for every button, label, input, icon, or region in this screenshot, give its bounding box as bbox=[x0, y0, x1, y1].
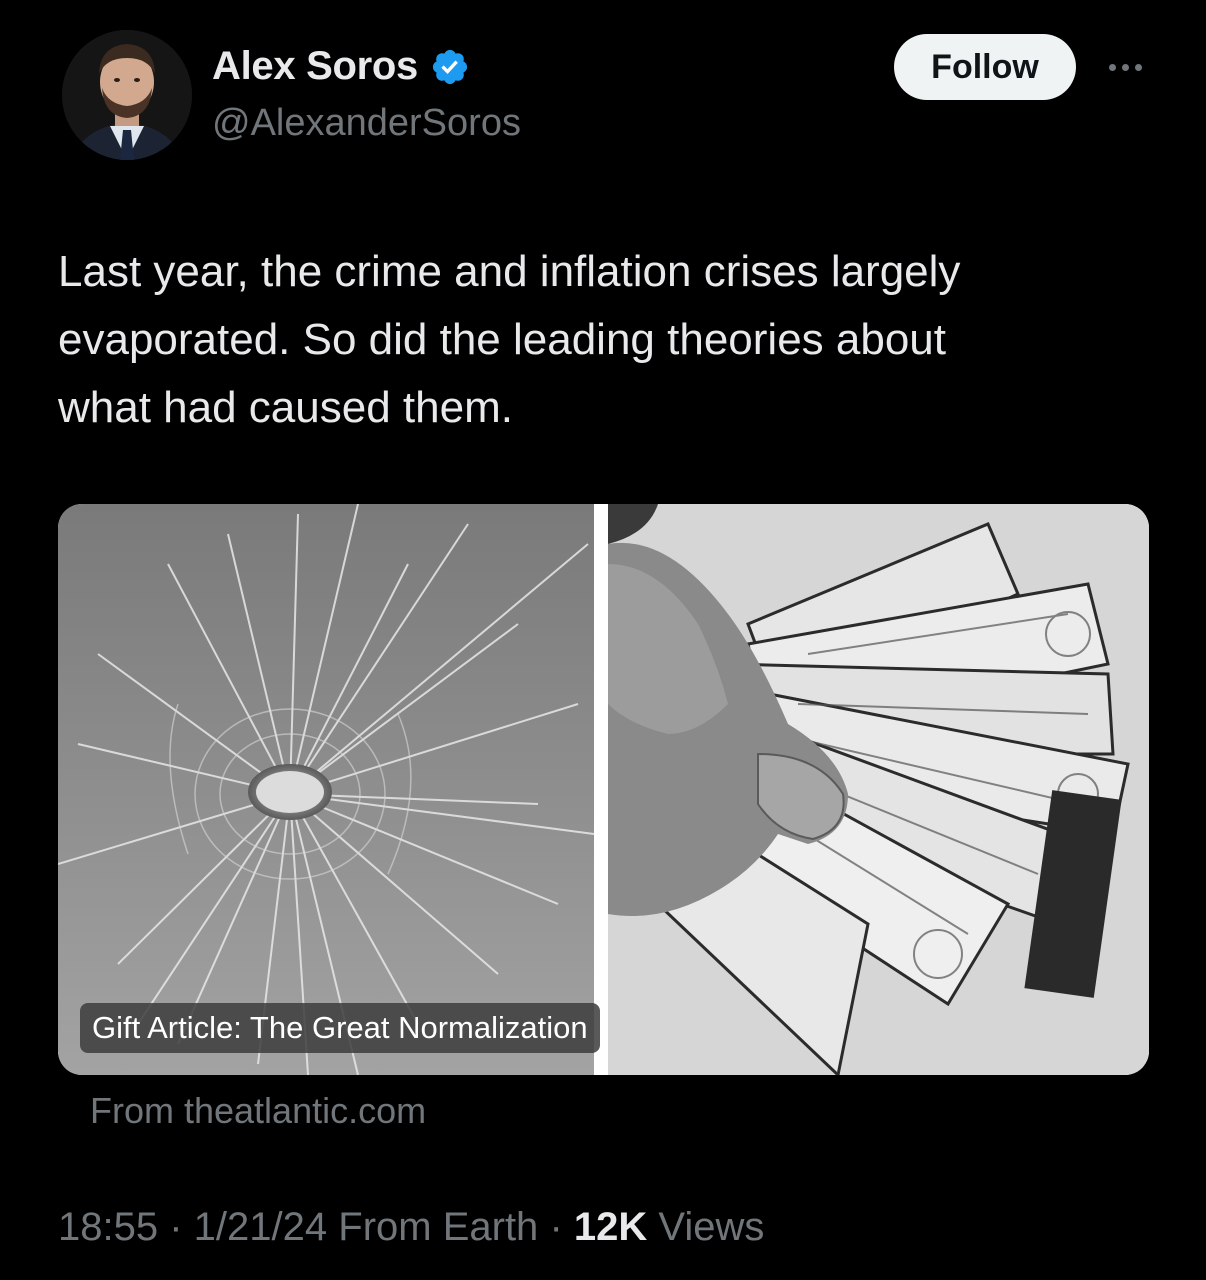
author-name[interactable]: Alex Soros bbox=[212, 44, 418, 89]
meta-separator: · bbox=[549, 1205, 574, 1249]
article-card[interactable] bbox=[58, 504, 1149, 1075]
author-handle[interactable]: @AlexanderSoros bbox=[212, 102, 521, 145]
article-title[interactable]: Gift Article: The Great Normalization bbox=[80, 1003, 600, 1053]
author-name-row[interactable]: Alex Soros bbox=[212, 44, 470, 89]
views-count: 12K bbox=[573, 1205, 648, 1249]
dollar-bills-image bbox=[608, 504, 1149, 1075]
more-dot bbox=[1108, 63, 1116, 71]
tweet-client: From Earth bbox=[338, 1205, 539, 1249]
tweet-text: Last year, the crime and inflation crise… bbox=[58, 247, 961, 432]
follow-button[interactable]: Follow bbox=[894, 34, 1076, 100]
tweet-date[interactable]: 1/21/24 bbox=[194, 1205, 327, 1249]
tweet-time[interactable]: 18:55 bbox=[58, 1205, 158, 1249]
avatar-image bbox=[62, 30, 192, 160]
more-dot bbox=[1121, 63, 1129, 71]
article-source[interactable]: From theatlantic.com bbox=[90, 1090, 426, 1132]
more-horizontal-icon[interactable] bbox=[1100, 52, 1150, 82]
more-dot bbox=[1134, 63, 1142, 71]
views-label: Views bbox=[658, 1205, 765, 1249]
verified-badge-icon bbox=[430, 47, 470, 87]
tweet-meta: 18:55 · 1/21/24 From Earth · 12K Views bbox=[58, 1205, 764, 1250]
shattered-glass-image bbox=[58, 504, 595, 1075]
avatar[interactable] bbox=[62, 30, 192, 160]
meta-separator: · bbox=[169, 1205, 194, 1249]
